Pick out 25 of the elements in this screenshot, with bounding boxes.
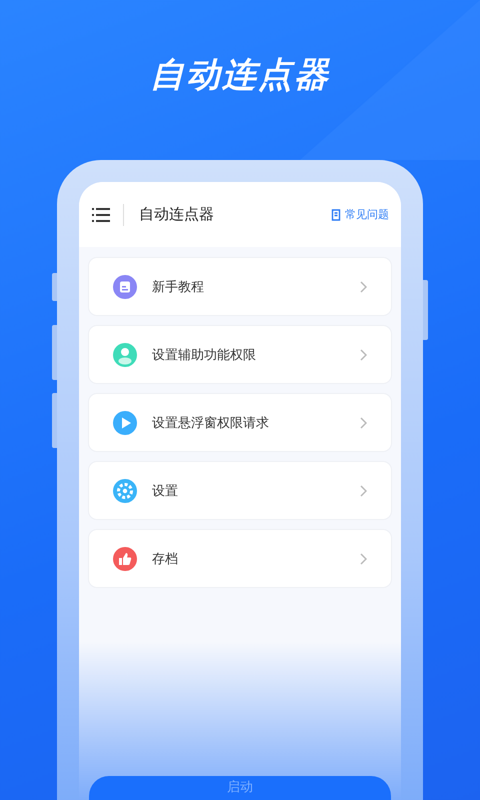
chevron-right-icon [360,552,367,564]
menu-item[interactable]: 设置悬浮窗权限请求 [89,394,391,451]
menu-item-label: 设置 [152,482,179,500]
menu-item-label: 设置悬浮窗权限请求 [152,414,270,432]
menu-item[interactable]: 设置辅助功能权限 [89,326,391,383]
chevron-right-icon [360,348,367,360]
menu-item-label: 新手教程 [152,278,205,296]
menu-item[interactable]: 存档 [89,530,391,587]
person-icon [113,342,137,366]
menu-item[interactable]: 设置 [89,462,391,519]
play-icon [113,410,137,434]
faq-link[interactable]: 常见问题 [331,207,389,222]
chevron-right-icon [360,484,367,496]
chevron-right-icon [360,416,367,428]
document-icon [113,274,137,298]
menu-item-label: 设置辅助功能权限 [152,346,257,364]
document-icon [331,208,342,220]
menu-item-label: 存档 [152,550,179,568]
gear-icon [113,478,137,502]
app-title: 自动连点器 [139,205,215,224]
menu-item[interactable]: 新手教程 [89,258,391,315]
menu-icon[interactable] [92,206,110,222]
headline: 自动连点器 [149,54,331,97]
thumbs-up-icon [113,546,137,570]
chevron-right-icon [360,280,367,292]
